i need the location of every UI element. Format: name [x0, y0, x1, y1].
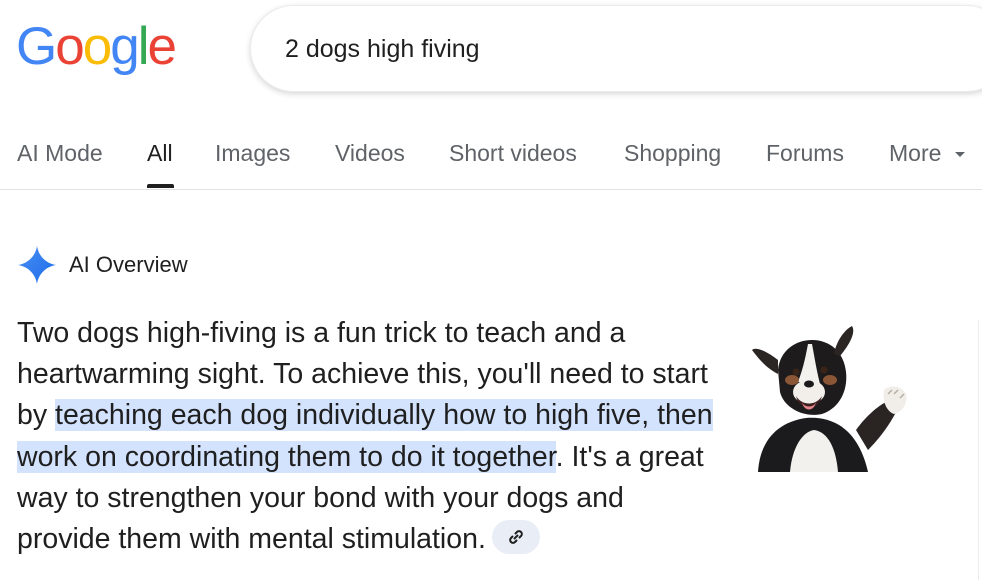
logo-letter: l: [137, 17, 150, 76]
dog-high-five-photo[interactable]: [748, 320, 908, 472]
panel-divider: [978, 320, 979, 580]
tab-more[interactable]: More: [889, 138, 941, 168]
ai-overview-text: Two dogs high-fiving is a fun trick to t…: [17, 313, 717, 560]
sparkle-icon: [18, 246, 56, 284]
logo-letter: g: [110, 17, 140, 76]
source-link-button[interactable]: [491, 520, 540, 555]
tab-images[interactable]: Images: [215, 138, 290, 168]
ai-overview-title: AI Overview: [69, 252, 188, 277]
logo-letter: e: [147, 17, 177, 76]
search-box[interactable]: [250, 5, 982, 93]
active-tab-indicator: [147, 184, 174, 188]
tab-short-videos[interactable]: Short videos: [449, 138, 577, 168]
google-logo[interactable]: Google: [16, 12, 177, 82]
tab-shopping[interactable]: Shopping: [624, 138, 721, 168]
search-tabs: AI Mode All Images Videos Short videos S…: [0, 128, 982, 190]
logo-letter: o: [82, 17, 113, 76]
tab-ai-mode[interactable]: AI Mode: [17, 138, 103, 168]
tab-videos[interactable]: Videos: [335, 138, 405, 168]
search-input[interactable]: [285, 6, 885, 93]
link-icon: [509, 530, 523, 545]
tab-all[interactable]: All: [147, 138, 173, 168]
logo-letter: o: [55, 17, 85, 76]
tab-forums[interactable]: Forums: [766, 138, 844, 168]
more-dropdown-icon[interactable]: [955, 152, 965, 157]
logo-letter: G: [16, 17, 57, 76]
